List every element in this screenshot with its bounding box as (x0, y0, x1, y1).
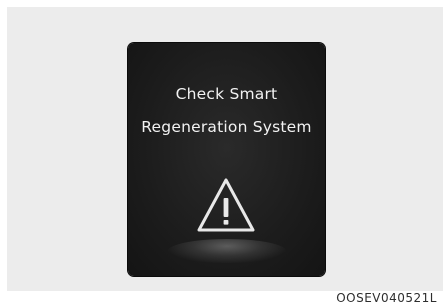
warning-message-line-2: Regeneration System (141, 118, 312, 136)
icon-reflection (168, 239, 286, 263)
warning-message-line-1: Check Smart (175, 85, 278, 103)
warning-triangle-icon (197, 178, 255, 232)
cluster-display: Check Smart Regeneration System (128, 43, 325, 276)
figure-code: OOSEV040521L (336, 291, 437, 305)
